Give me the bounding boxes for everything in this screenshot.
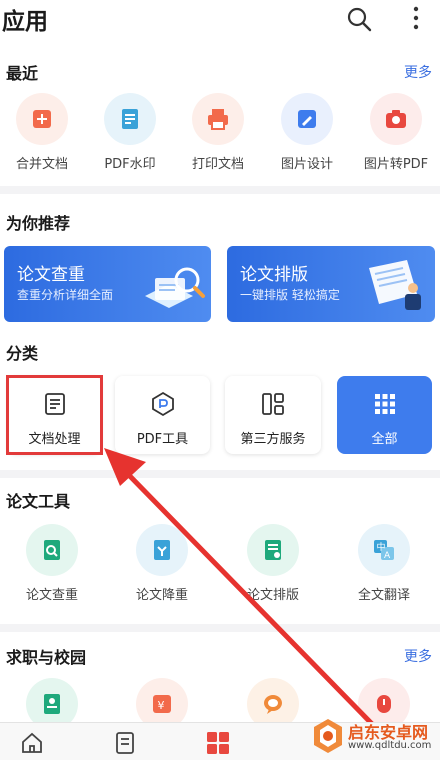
pdf-tool-icon xyxy=(151,391,174,417)
app-label: 图片设计 xyxy=(280,157,333,172)
tool-label: 论文查重 xyxy=(25,588,78,603)
tool-label: 全文翻译 xyxy=(357,588,410,603)
thesis-check-illustration-icon xyxy=(145,267,205,308)
third-party-icon xyxy=(262,393,284,415)
app-label: PDF水印 xyxy=(104,157,156,172)
grid-icon xyxy=(374,394,395,414)
documents-icon[interactable] xyxy=(112,730,138,756)
section-title-jobs: 求职与校园 xyxy=(6,648,87,667)
app-image-design[interactable]: 图片设计 xyxy=(262,93,352,172)
banner-subtitle: 一键排版 轻松搞定 xyxy=(240,288,340,302)
merge-doc-icon xyxy=(16,93,68,145)
site-logo-icon xyxy=(314,719,342,753)
printer-icon xyxy=(192,93,244,145)
home-icon[interactable] xyxy=(19,730,45,756)
section-title-thesis-tools: 论文工具 xyxy=(6,492,71,511)
tool-thesis-check[interactable]: 论文查重 xyxy=(7,524,97,603)
thesis-layout-icon xyxy=(247,524,299,576)
category-label: 第三方服务 xyxy=(240,432,306,447)
section-title-category: 分类 xyxy=(6,344,39,363)
category-all[interactable]: 全部 xyxy=(337,376,432,454)
banner-subtitle: 查重分析详细全面 xyxy=(17,288,114,302)
pdf-watermark-icon xyxy=(104,93,156,145)
app-image-to-pdf[interactable]: 图片转PDF xyxy=(351,93,440,172)
section-divider xyxy=(0,624,440,632)
apps-grid-icon[interactable] xyxy=(205,730,231,756)
app-print-doc[interactable]: 打印文档 xyxy=(173,93,263,172)
section-title-recommend: 为你推荐 xyxy=(6,214,71,233)
page-title: 应用 xyxy=(2,9,48,35)
banner-thesis-layout[interactable]: 论文排版 一键排版 轻松搞定 xyxy=(227,246,435,322)
thesis-layout-illustration-icon xyxy=(369,260,421,310)
more-vertical-icon[interactable] xyxy=(404,3,428,33)
image-design-icon xyxy=(281,93,333,145)
tool-thesis-reduce[interactable]: 论文降重 xyxy=(117,524,207,603)
section-divider xyxy=(0,470,440,478)
watermark-url: www.qdltdu.com xyxy=(348,740,432,751)
jobs-more-link[interactable]: 更多 xyxy=(404,646,432,666)
app-label: 图片转PDF xyxy=(363,157,429,172)
category-label: 全部 xyxy=(371,432,398,447)
svg-text:¥: ¥ xyxy=(158,699,165,712)
tool-full-translate[interactable]: 中A 全文翻译 xyxy=(339,524,429,603)
image-to-pdf-icon xyxy=(370,93,422,145)
category-pdf-tools[interactable]: PDF工具 xyxy=(115,376,210,454)
thesis-reduce-icon xyxy=(136,524,188,576)
section-divider xyxy=(0,186,440,194)
app-merge-doc[interactable]: 合并文档 xyxy=(0,93,87,172)
section-title-recent: 最近 xyxy=(6,64,39,83)
banner-title: 论文查重 xyxy=(17,265,85,285)
category-label: PDF工具 xyxy=(136,432,189,447)
tool-label: 论文排版 xyxy=(246,588,299,603)
banner-thesis-check[interactable]: 论文查重 查重分析详细全面 xyxy=(4,246,211,322)
category-third-party[interactable]: 第三方服务 xyxy=(225,376,321,454)
app-header: 应用 xyxy=(0,0,440,40)
app-label: 打印文档 xyxy=(191,157,244,172)
search-icon[interactable] xyxy=(345,5,373,33)
translate-icon: 中A xyxy=(358,524,410,576)
banner-title: 论文排版 xyxy=(240,265,308,285)
svg-text:A: A xyxy=(384,551,391,561)
tool-label: 论文降重 xyxy=(135,588,188,603)
thesis-check-icon xyxy=(26,524,78,576)
highlight-box-annotation xyxy=(6,375,103,455)
site-watermark: 启东安卓网 www.qdltdu.com xyxy=(306,715,438,759)
recent-more-link[interactable]: 更多 xyxy=(404,62,432,82)
app-pdf-watermark[interactable]: PDF水印 xyxy=(85,93,175,172)
tool-thesis-layout[interactable]: 论文排版 xyxy=(228,524,318,603)
app-label: 合并文档 xyxy=(15,157,68,172)
